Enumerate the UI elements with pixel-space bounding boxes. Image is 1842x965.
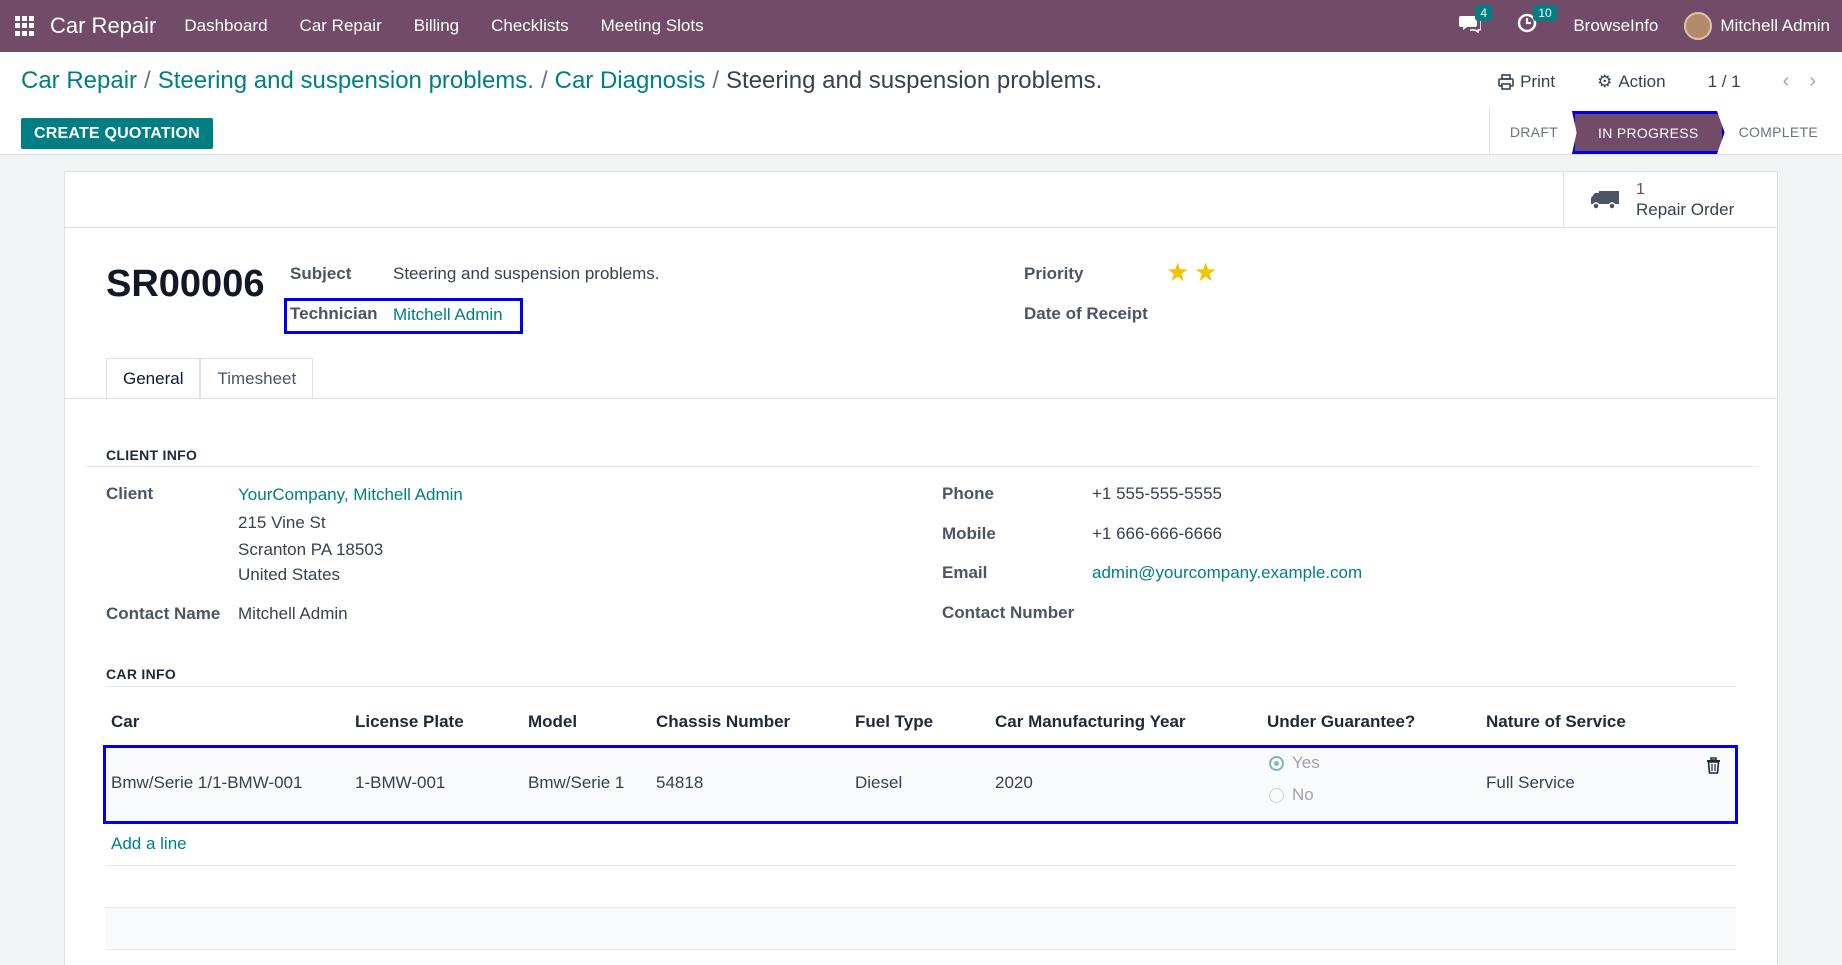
- menu-car-repair[interactable]: Car Repair: [300, 16, 382, 36]
- client-address-line1: 215 Vine St: [238, 513, 326, 532]
- subject-field[interactable]: Steering and suspension problems.: [393, 264, 660, 284]
- cell-license-plate[interactable]: 1-BMW-001: [355, 773, 445, 793]
- repair-order-label: Repair Order: [1636, 200, 1735, 219]
- client-label: Client: [106, 484, 154, 503]
- client-field[interactable]: YourCompany, Mitchell Admin: [238, 485, 463, 505]
- client-info-rule: [85, 466, 1758, 467]
- breadcrumb-request[interactable]: Steering and suspension problems.: [158, 67, 534, 94]
- subject-label: Subject: [290, 264, 352, 283]
- activities-badge: 10: [1533, 5, 1557, 21]
- breadcrumb: Car Repair / Steering and suspension probl…: [21, 67, 1102, 95]
- status-complete[interactable]: COMPLETE: [1725, 108, 1842, 155]
- breadcrumb-separator: /: [144, 67, 151, 94]
- user-avatar[interactable]: [1684, 12, 1713, 40]
- client-info-title: CLIENT INFO: [106, 447, 198, 463]
- email-label: Email: [942, 563, 988, 582]
- empty-row: [106, 907, 1736, 948]
- contact-name-field[interactable]: Mitchell Admin: [238, 604, 348, 624]
- print-label: Print: [1520, 71, 1556, 91]
- status-in-progress[interactable]: IN PROGRESS: [1572, 111, 1725, 154]
- control-panel: Car Repair / Steering and suspension probl…: [0, 52, 1842, 155]
- column-car[interactable]: Car: [111, 712, 139, 732]
- contact-number-label: Contact Number: [942, 603, 1075, 622]
- top-navbar: Car Repair Dashboard Car Repair Billing …: [0, 0, 1842, 52]
- menu-checklists[interactable]: Checklists: [491, 16, 568, 36]
- trash-icon[interactable]: [1706, 757, 1721, 774]
- breadcrumb-separator: /: [712, 67, 720, 94]
- menu-dashboard[interactable]: Dashboard: [184, 16, 267, 36]
- client-address-line3: United States: [238, 565, 341, 584]
- pager-next-icon[interactable]: ›: [1809, 70, 1816, 93]
- print-button[interactable]: Print: [1498, 72, 1555, 92]
- column-nature-of-service[interactable]: Nature of Service: [1486, 712, 1626, 732]
- empty-row: [106, 949, 1736, 965]
- column-chassis-number[interactable]: Chassis Number: [656, 712, 790, 732]
- add-a-line-button[interactable]: Add a line: [111, 834, 187, 854]
- column-model[interactable]: Model: [528, 712, 577, 732]
- breadcrumb-current: Steering and suspension problems.: [726, 67, 1103, 94]
- pager-previous-icon[interactable]: ‹: [1783, 70, 1790, 93]
- app-name[interactable]: Car Repair: [50, 13, 156, 39]
- print-icon: [1498, 73, 1514, 90]
- repair-order-count: 1: [1636, 181, 1645, 198]
- cell-car[interactable]: Bmw/Serie 1/1-BMW-001: [111, 773, 302, 793]
- email-field[interactable]: admin@yourcompany.example.com: [1092, 563, 1362, 583]
- cell-manufacturing-year[interactable]: 2020: [995, 773, 1033, 793]
- create-quotation-button[interactable]: CREATE QUOTATION: [21, 118, 213, 149]
- tab-general[interactable]: General: [106, 358, 201, 399]
- tab-timesheet[interactable]: Timesheet: [200, 358, 314, 399]
- car-info-title: CAR INFO: [106, 666, 177, 682]
- pager-value[interactable]: 1 / 1: [1708, 72, 1741, 92]
- cell-fuel-type[interactable]: Diesel: [855, 773, 902, 793]
- phone-field[interactable]: +1 555-555-5555: [1092, 484, 1222, 504]
- breadcrumb-car-diagnosis[interactable]: Car Diagnosis: [555, 67, 706, 94]
- notebook-tabs: General Timesheet: [106, 358, 314, 399]
- cell-nature-of-service[interactable]: Full Service: [1486, 773, 1575, 793]
- breadcrumb-car-repair[interactable]: Car Repair: [21, 67, 137, 94]
- messages-badge: 4: [1475, 5, 1493, 21]
- action-label: Action: [1618, 71, 1666, 91]
- priority-label: Priority: [1024, 264, 1084, 283]
- date-of-receipt-label: Date of Receipt: [1024, 304, 1148, 323]
- menu-billing[interactable]: Billing: [414, 16, 459, 36]
- guarantee-no-label: No: [1292, 785, 1314, 804]
- column-fuel-type[interactable]: Fuel Type: [855, 712, 933, 732]
- client-address-line2: Scranton PA 18503: [238, 540, 384, 559]
- tabs-divider: [65, 398, 1777, 399]
- technician-label: Technician: [290, 304, 378, 323]
- cell-model[interactable]: Bmw/Serie 1: [528, 773, 624, 793]
- guarantee-yes-radio[interactable]: [1269, 756, 1284, 771]
- mobile-field[interactable]: +1 666-666-6666: [1092, 524, 1222, 544]
- activities-button[interactable]: 10: [1517, 5, 1557, 39]
- priority-star-icon[interactable]: ★: [1166, 257, 1189, 288]
- repair-order-smart-button[interactable]: 1 Repair Order: [1563, 172, 1777, 228]
- apps-menu-icon[interactable]: [15, 16, 35, 36]
- gear-icon: ⚙: [1597, 71, 1613, 91]
- phone-label: Phone: [942, 484, 994, 503]
- button-box: 1 Repair Order: [65, 172, 1777, 228]
- user-menu[interactable]: Mitchell Admin: [1720, 16, 1830, 36]
- empty-row: [106, 865, 1736, 906]
- menu-meeting-slots[interactable]: Meeting Slots: [601, 16, 704, 36]
- column-under-guarantee[interactable]: Under Guarantee?: [1267, 712, 1415, 732]
- mobile-label: Mobile: [942, 524, 996, 543]
- status-draft[interactable]: DRAFT: [1488, 108, 1572, 155]
- company-switcher[interactable]: BrowseInfo: [1573, 16, 1658, 36]
- action-button[interactable]: ⚙ Action: [1597, 72, 1666, 92]
- cell-chassis-number[interactable]: 54818: [656, 773, 703, 793]
- car-info-rule: [106, 686, 1736, 687]
- guarantee-yes-label: Yes: [1292, 753, 1320, 772]
- form-sheet: 1 Repair Order SR00006 Subject Steering …: [64, 171, 1778, 965]
- breadcrumb-separator: /: [540, 67, 548, 94]
- column-license-plate[interactable]: License Plate: [355, 712, 464, 732]
- guarantee-no-radio[interactable]: [1269, 788, 1284, 803]
- record-name: SR00006: [106, 263, 265, 305]
- contact-name-label: Contact Name: [106, 604, 221, 623]
- truck-icon: [1591, 191, 1619, 210]
- messages-button[interactable]: 4: [1459, 5, 1493, 39]
- technician-field[interactable]: Mitchell Admin: [393, 305, 503, 325]
- status-bar: DRAFT IN PROGRESS COMPLETE: [1488, 108, 1842, 155]
- priority-star-icon[interactable]: ★: [1194, 257, 1217, 288]
- column-manufacturing-year[interactable]: Car Manufacturing Year: [995, 712, 1186, 732]
